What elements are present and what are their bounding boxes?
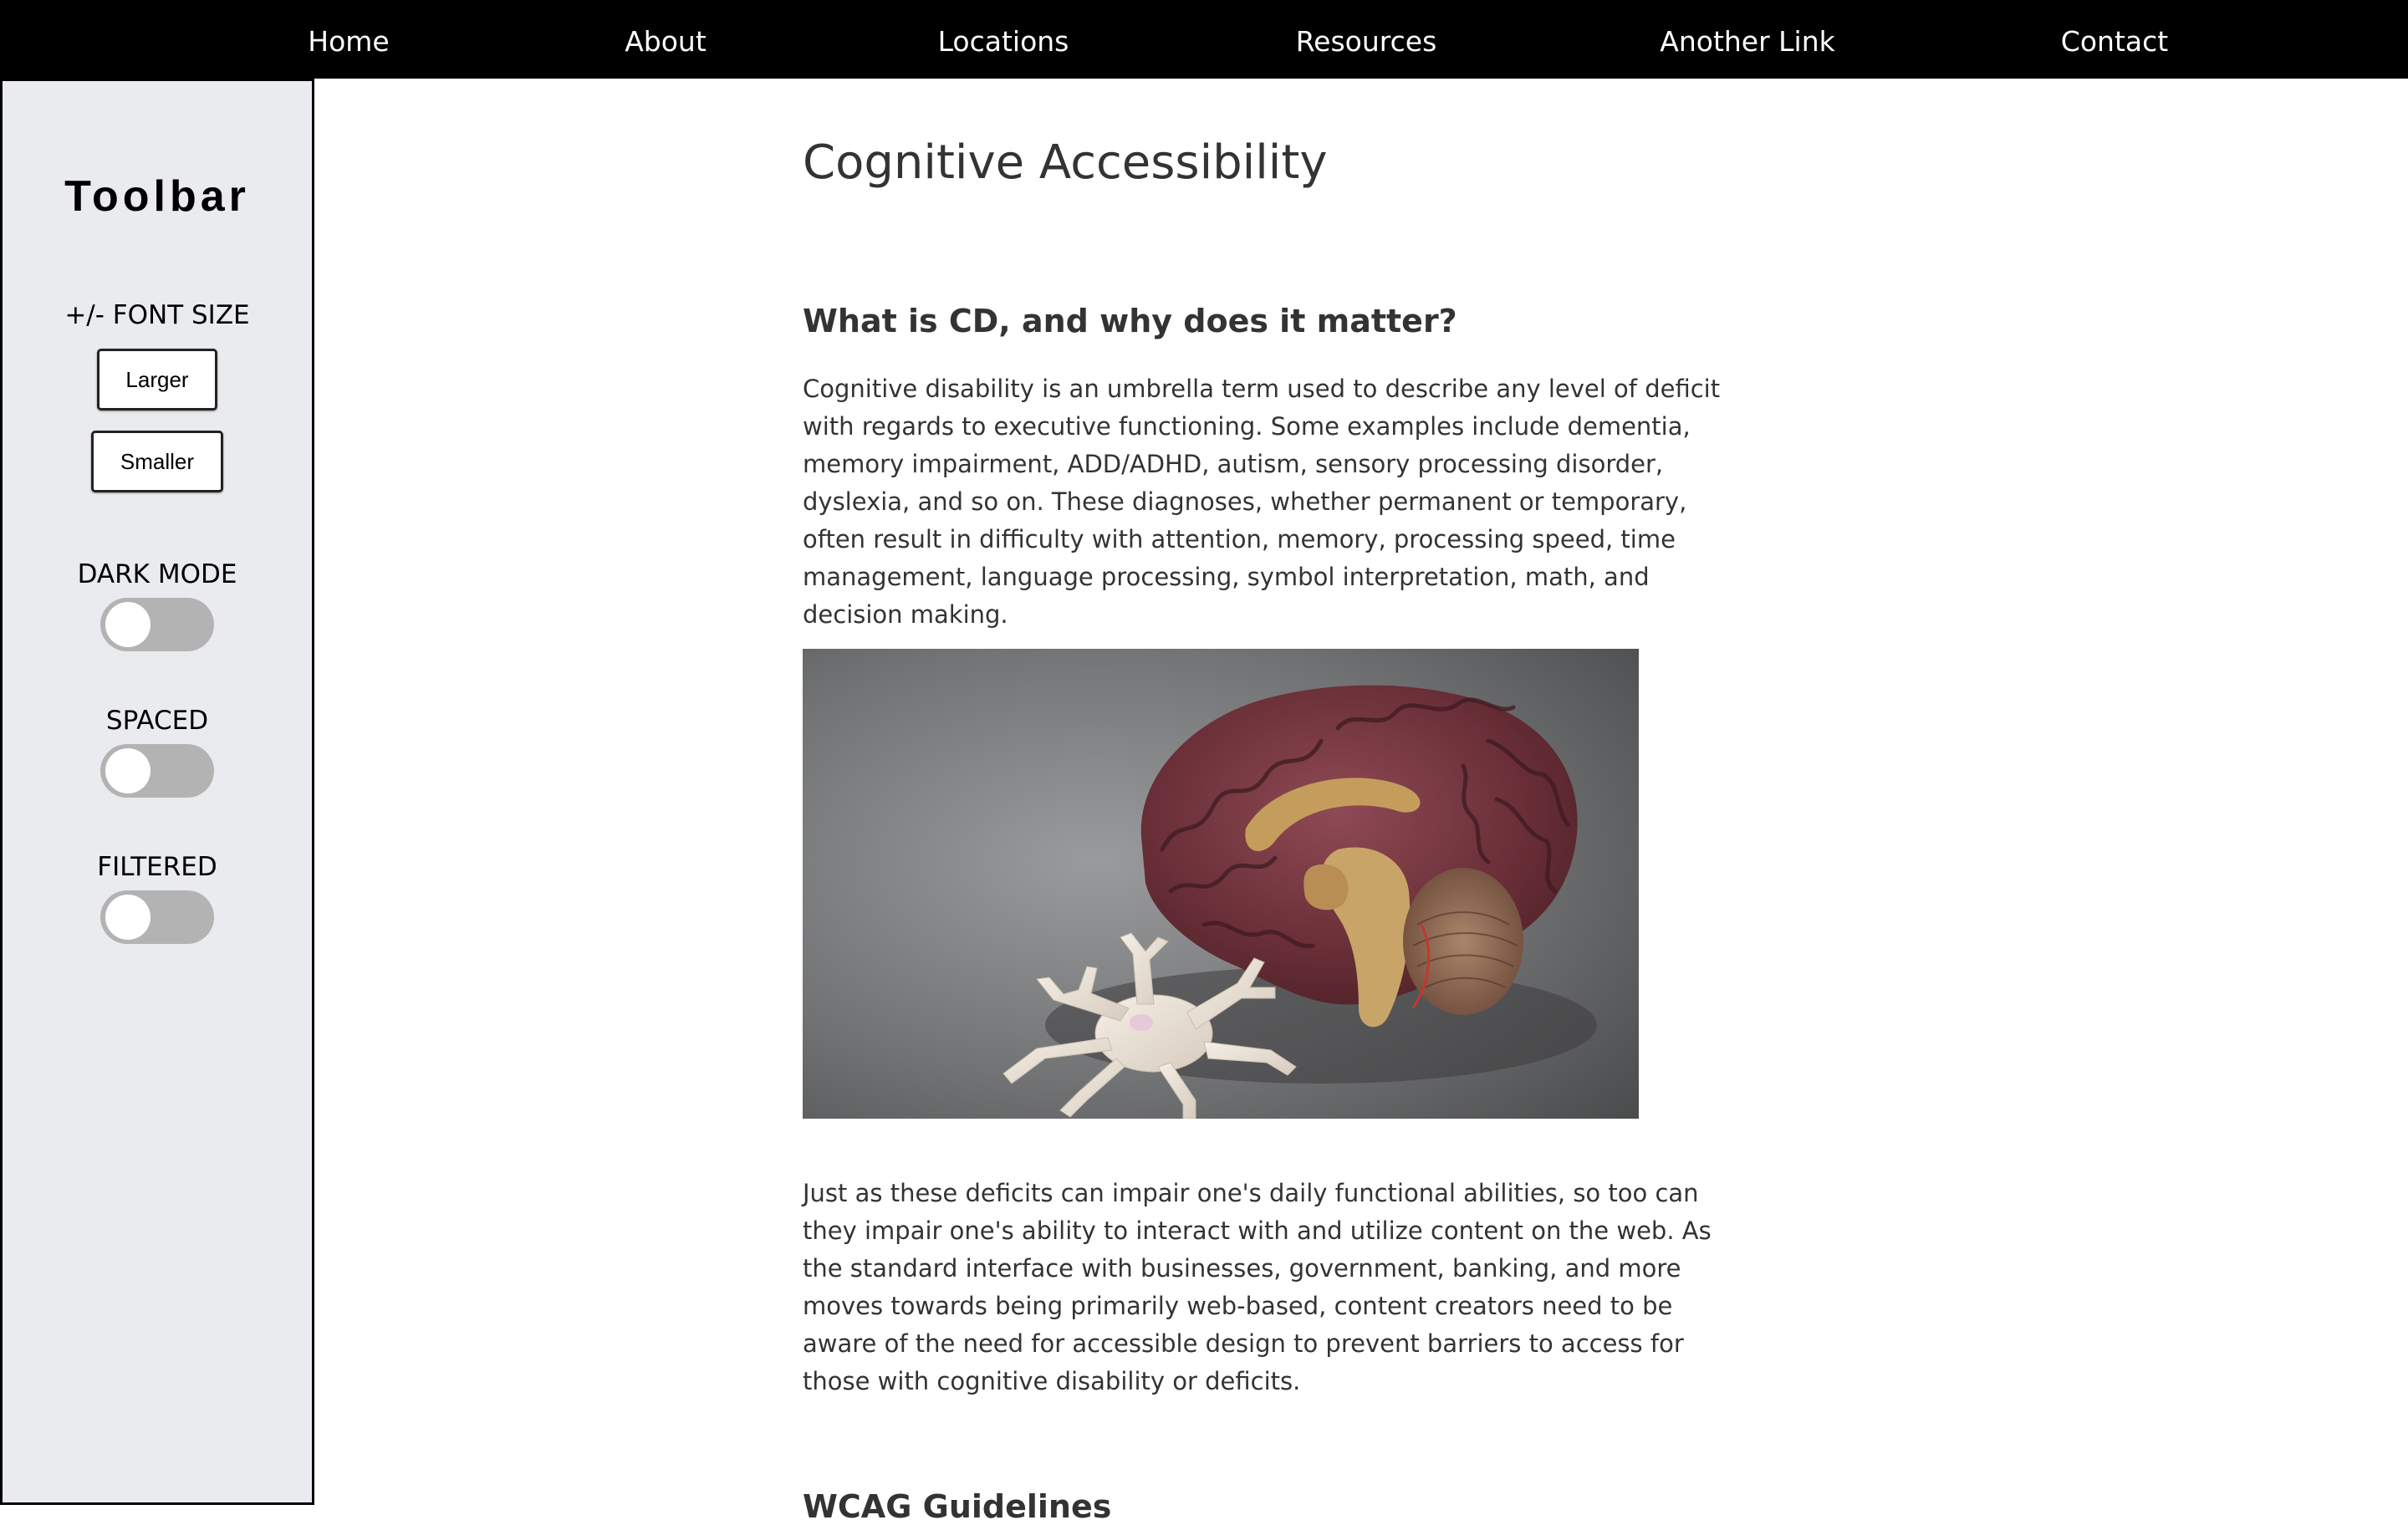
web-access-paragraph: Just as these deficits can impair one's … [803,1179,1712,1395]
intro-paragraph: Cognitive disability is an umbrella term… [803,375,1721,629]
toggle-knob [105,602,150,647]
top-navigation: Home About Locations Resources Another L… [0,0,2408,79]
page-title: Cognitive Accessibility [803,135,1328,190]
section-heading-what-is-cd: What is CD, and why does it matter? [803,303,1457,339]
spaced-toggle[interactable] [100,744,214,798]
nav-link-contact[interactable]: Contact [2061,0,2168,79]
accessibility-toolbar: Toolbar +/- FONT SIZE Larger Smaller DAR… [0,79,314,1505]
nav-link-locations[interactable]: Locations [938,0,1069,79]
toolbar-title: Toolbar [64,172,250,221]
section-heading-wcag: WCAG Guidelines [803,1488,1112,1525]
smaller-font-button[interactable]: Smaller [91,431,223,492]
larger-font-button[interactable]: Larger [97,349,217,411]
toggle-knob [105,748,150,793]
dark-mode-toggle[interactable] [100,598,214,651]
filtered-label: FILTERED [97,852,217,882]
spaced-label: SPACED [105,706,209,736]
font-size-label: +/- FONT SIZE [64,300,250,330]
filtered-toggle[interactable] [100,890,214,944]
nav-link-resources[interactable]: Resources [1296,0,1437,79]
nav-link-another-link[interactable]: Another Link [1660,0,1834,79]
nav-link-home[interactable]: Home [308,0,389,79]
brain-model-image [803,649,1639,1119]
nav-link-about[interactable]: About [625,0,707,79]
toggle-knob [105,895,150,940]
dark-mode-label: DARK MODE [77,559,237,589]
